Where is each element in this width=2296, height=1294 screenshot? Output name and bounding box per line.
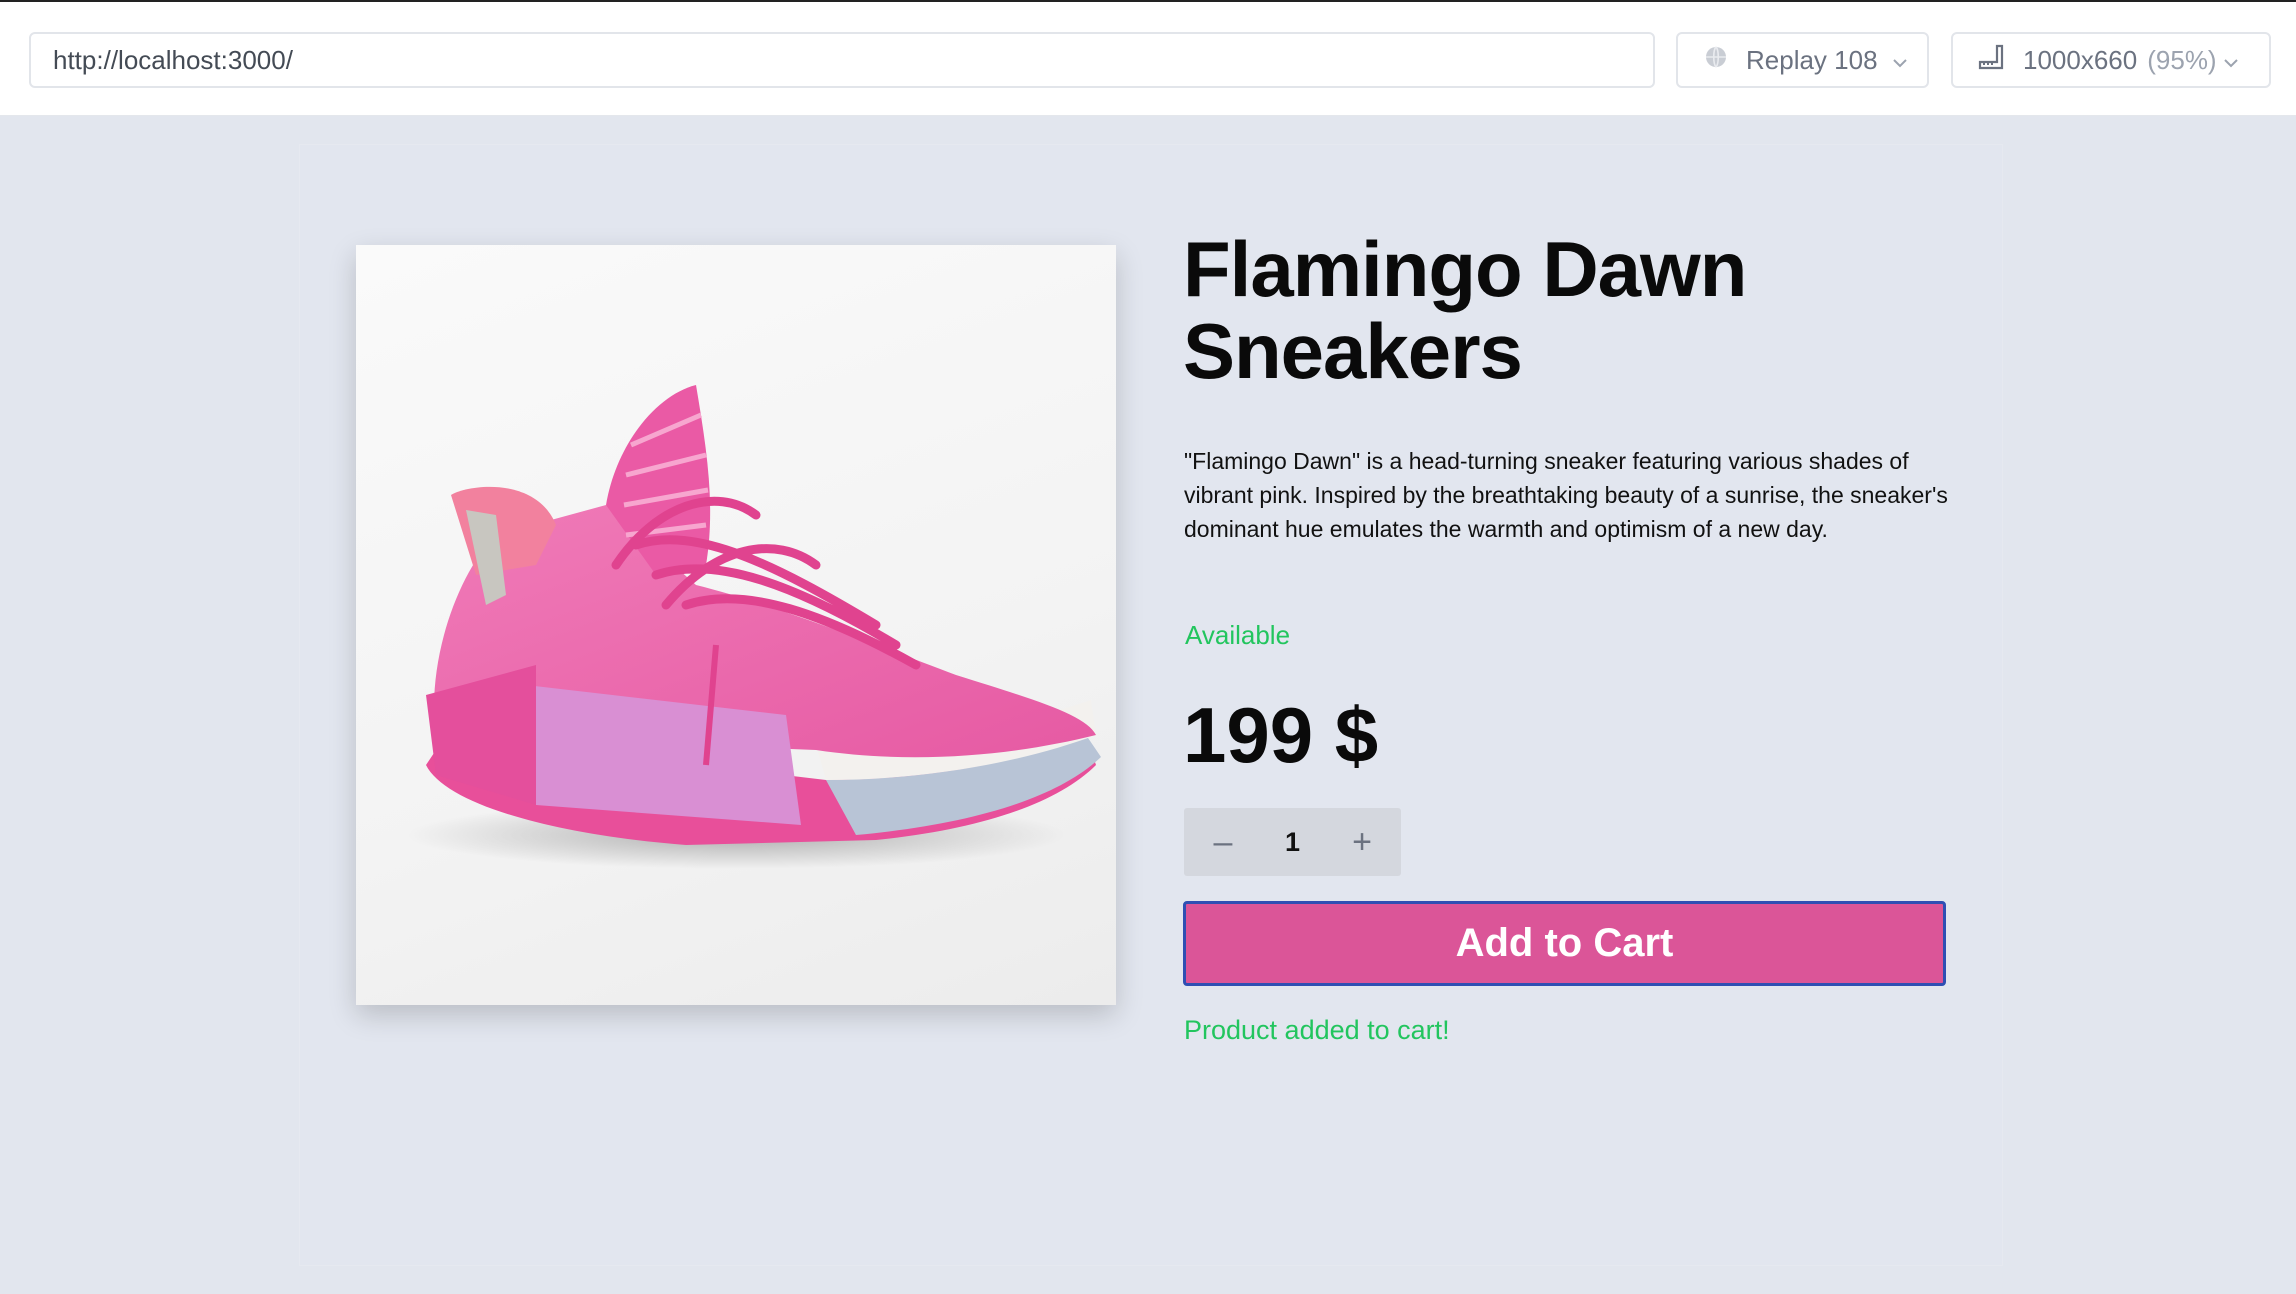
viewport-label: 1000x660 <box>2023 44 2138 75</box>
product-price: 199 $ <box>1183 691 1379 779</box>
viewport-selector[interactable]: 1000x660 (95%) <box>1951 32 2271 88</box>
availability-status: Available <box>1185 620 1291 650</box>
product-title: Flamingo Dawn Sneakers <box>1183 225 1747 395</box>
product-description: "Flamingo Dawn" is a head-turning sneake… <box>1184 448 1948 542</box>
quantity-value: 1 <box>1284 826 1301 857</box>
decrement-button[interactable]: – <box>1208 823 1238 862</box>
chevron-down-icon <box>2223 45 2239 76</box>
add-to-cart-button[interactable]: Add to Cart <box>1183 901 1946 986</box>
browser-toolbar: http://localhost:3000/ Replay 108 1000x6… <box>0 0 2296 116</box>
increment-button[interactable]: + <box>1347 823 1377 862</box>
replay-label: Replay 108 <box>1746 44 1878 75</box>
product-image <box>356 245 1116 1005</box>
cart-confirmation-message: Product added to cart! <box>1184 1015 1450 1045</box>
replay-selector[interactable]: Replay 108 <box>1676 32 1929 88</box>
globe-icon <box>1704 45 1728 76</box>
quantity-stepper: – 1 + <box>1184 808 1401 876</box>
ruler-icon <box>1977 43 2005 78</box>
zoom-label: (95%) <box>2147 44 2217 75</box>
url-input[interactable]: http://localhost:3000/ <box>29 32 1655 88</box>
chevron-down-icon <box>1892 45 1908 76</box>
